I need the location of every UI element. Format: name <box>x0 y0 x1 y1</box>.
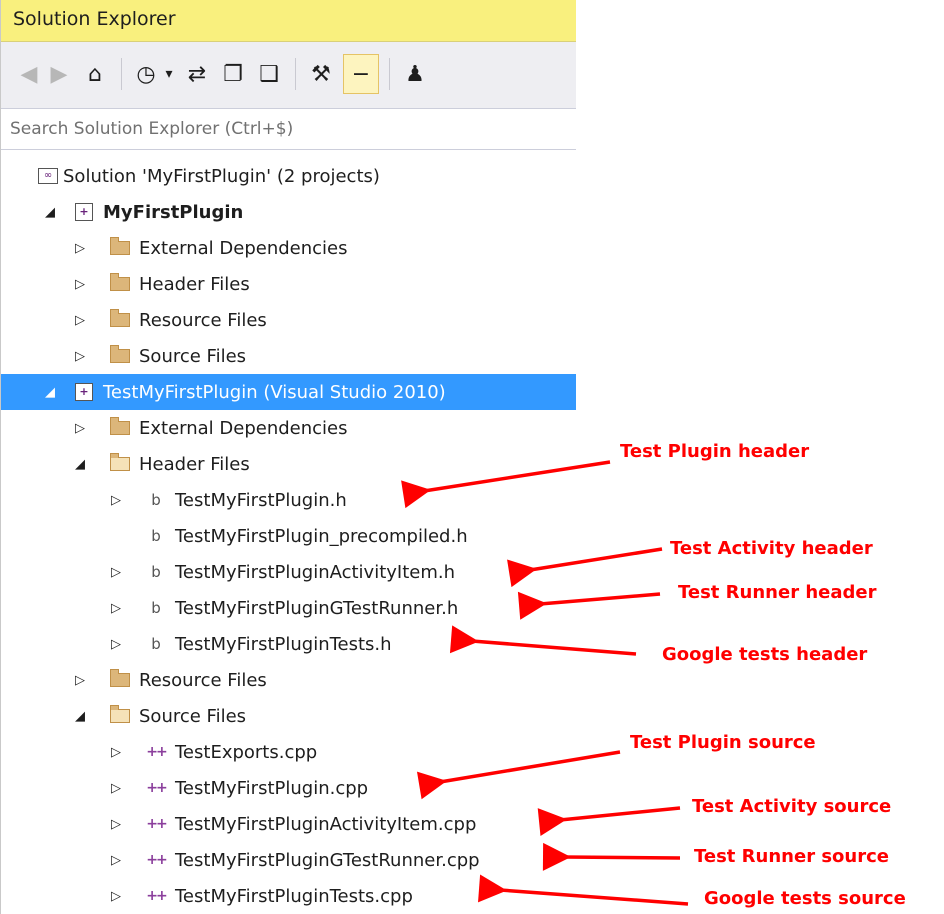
annotation-google-tests-header: Google tests header <box>662 644 868 665</box>
annotation-test-runner-source: Test Runner source <box>694 846 889 867</box>
annotation-test-runner-header: Test Runner header <box>678 582 877 603</box>
annotation-test-plugin-header: Test Plugin header <box>620 441 810 462</box>
arrow-test-runner-source <box>542 842 681 871</box>
arrow-google-tests-header <box>449 625 637 656</box>
annotation-google-tests-source: Google tests source <box>704 888 906 909</box>
annotation-test-activity-source: Test Activity source <box>692 796 892 817</box>
arrow-test-plugin-source <box>416 750 621 800</box>
arrow-test-runner-header <box>517 591 661 620</box>
annotation-test-plugin-source: Test Plugin source <box>630 732 816 753</box>
annotation-test-activity-header: Test Activity header <box>670 538 873 559</box>
arrow-google-tests-source <box>478 874 689 906</box>
arrow-test-activity-source <box>537 806 681 837</box>
arrow-test-plugin-header <box>401 460 611 509</box>
arrow-test-activity-header <box>507 547 663 588</box>
